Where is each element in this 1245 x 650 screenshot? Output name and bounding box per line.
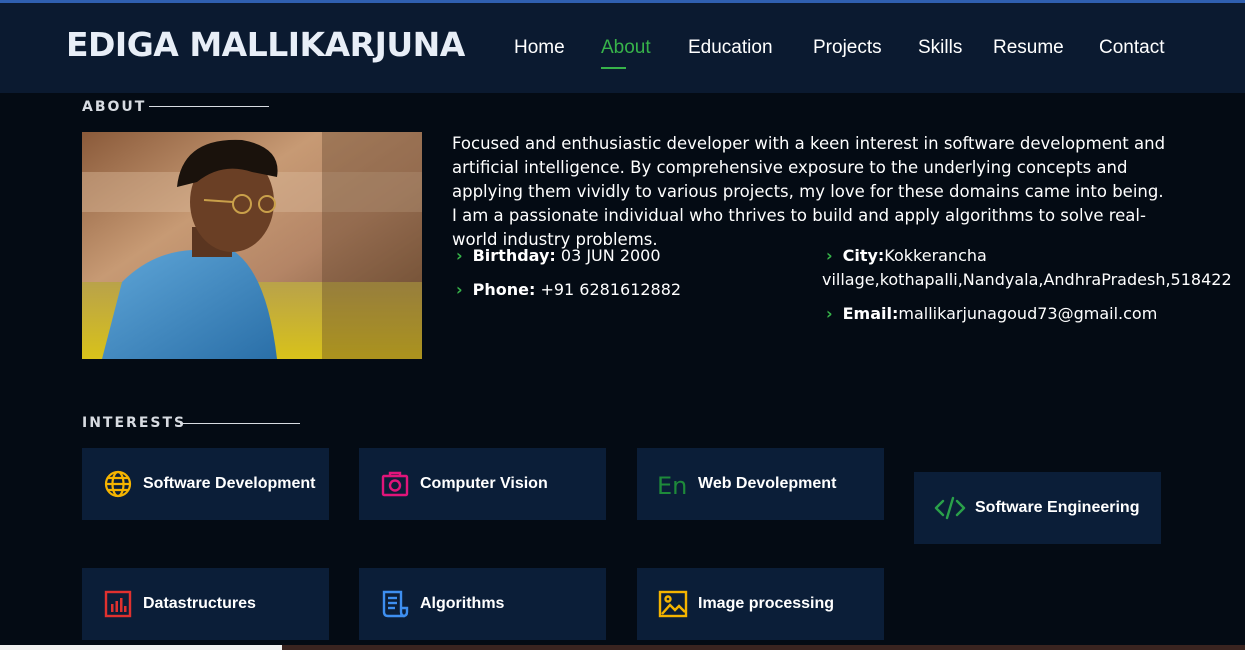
bottom-strip: [0, 645, 1245, 650]
about-title-divider: [149, 106, 269, 107]
interest-card-web-devolepment[interactable]: En Web Devolepment: [637, 448, 884, 520]
city-label: City:: [842, 246, 885, 265]
nav-resume[interactable]: Resume: [993, 37, 1064, 59]
phone-label: Phone:: [472, 280, 536, 299]
interest-card-software-development[interactable]: Software Development: [82, 448, 329, 520]
document-icon: [379, 588, 411, 620]
birthday-label: Birthday:: [472, 246, 556, 265]
interest-label: Software Development: [143, 475, 316, 492]
interest-card-algorithms[interactable]: Algorithms: [359, 568, 606, 640]
nav-about[interactable]: About: [601, 37, 651, 69]
interest-card-image-processing[interactable]: Image processing: [637, 568, 884, 640]
city-value-line1: Kokkerancha: [884, 246, 987, 265]
interest-card-software-engineering[interactable]: Software Engineering: [914, 472, 1161, 544]
nav-projects[interactable]: Projects: [813, 37, 882, 59]
nav-contact[interactable]: Contact: [1099, 37, 1164, 59]
city-info: › City:Kokkerancha village,kothapalli,Nan…: [822, 244, 1242, 292]
city-value-line2: village,kothapalli,Nandyala,AndhraPrades…: [822, 270, 1232, 289]
phone-value: +91 6281612882: [540, 280, 682, 299]
globe-icon: [102, 468, 134, 500]
interest-card-datastructures[interactable]: Datastructures: [82, 568, 329, 640]
nav-education[interactable]: Education: [688, 37, 773, 59]
interest-card-computer-vision[interactable]: Computer Vision: [359, 448, 606, 520]
camera-icon: [379, 468, 411, 500]
interest-label: Computer Vision: [420, 475, 548, 492]
en-text-icon: En: [657, 468, 689, 500]
email-info: › Email:mallikarjunagoud73@gmail.com: [822, 302, 1157, 326]
nav-home[interactable]: Home: [514, 37, 565, 59]
interest-label: Algorithms: [420, 595, 505, 612]
interest-label: Software Engineering: [975, 499, 1140, 516]
chevron-right-icon: ›: [826, 304, 833, 323]
site-header: EDIGA MALLIKARJUNA Home About Education …: [0, 3, 1245, 93]
chevron-right-icon: ›: [826, 246, 833, 265]
birthday-value: 03 JUN 2000: [560, 246, 661, 265]
interests-section-title: INTERESTS: [82, 415, 187, 431]
main-nav: Home About Education Projects Skills Res…: [0, 37, 1245, 69]
chevron-right-icon: ›: [456, 246, 463, 265]
bar-chart-icon: [102, 588, 134, 620]
about-section-title: ABOUT: [82, 99, 147, 115]
phone-info: › Phone: +91 6281612882: [456, 278, 681, 302]
interest-label: Datastructures: [143, 595, 256, 612]
code-icon: [934, 492, 966, 524]
nav-skills[interactable]: Skills: [918, 37, 962, 59]
email-label: Email:: [842, 304, 899, 323]
about-bio: Focused and enthusiastic developer with …: [452, 134, 1166, 249]
svg-text:En: En: [657, 472, 687, 500]
email-value: mallikarjunagoud73@gmail.com: [898, 304, 1158, 323]
birthday-info: › Birthday: 03 JUN 2000: [456, 244, 661, 268]
profile-photo: [82, 132, 422, 359]
interest-label: Image processing: [698, 595, 835, 612]
chevron-right-icon: ›: [456, 280, 463, 299]
image-icon: [657, 588, 689, 620]
interests-title-divider: [180, 423, 300, 424]
interest-label: Web Devolepment: [698, 475, 837, 492]
